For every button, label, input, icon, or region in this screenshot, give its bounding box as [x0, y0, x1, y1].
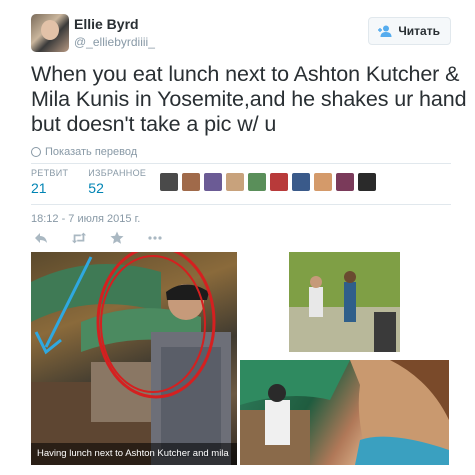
reply-icon[interactable] — [33, 231, 49, 245]
retweet-stat-label: РЕТВИТ — [31, 168, 69, 178]
follow-label: Читать — [398, 24, 440, 38]
favoriter-avatar-9[interactable] — [336, 173, 354, 191]
favorite-stat[interactable]: ИЗБРАННОЕ 52 — [88, 168, 146, 202]
photo-top-right-scene — [289, 252, 400, 352]
favoriter-avatar-2[interactable] — [182, 173, 200, 191]
translate-link[interactable]: Показать перевод — [31, 146, 137, 158]
favoriter-avatar-5[interactable] — [248, 173, 266, 191]
photo-bottom-right[interactable] — [240, 360, 449, 465]
favoriter-avatar-7[interactable] — [292, 173, 310, 191]
retweet-count: 21 — [31, 180, 47, 196]
favoriter-avatar-4[interactable] — [226, 173, 244, 191]
divider-middle — [31, 204, 451, 205]
more-icon[interactable] — [147, 231, 163, 245]
retweet-stat[interactable]: РЕТВИТ 21 — [31, 168, 68, 202]
favoriters-list — [160, 173, 376, 191]
favoriter-avatar-1[interactable] — [160, 173, 178, 191]
divider-top — [31, 163, 451, 164]
user-avatar[interactable] — [31, 14, 69, 52]
photo-bottom-right-scene — [240, 360, 449, 465]
photo-main[interactable]: Having lunch next to Ashton Kutcher and … — [31, 252, 237, 465]
photo-top-right[interactable] — [289, 252, 400, 352]
globe-icon — [31, 147, 41, 157]
photo-main-scene — [31, 252, 231, 465]
favoriter-avatar-10[interactable] — [358, 173, 376, 191]
display-name[interactable]: Ellie Byrd — [74, 16, 139, 32]
screen-name[interactable]: @_elliebyrdiiii_ — [74, 35, 155, 49]
favoriter-avatar-8[interactable] — [314, 173, 332, 191]
add-user-icon — [377, 25, 393, 37]
tweet-text: When you eat lunch next to Ashton Kutche… — [31, 62, 467, 136]
translate-label: Показать перевод — [45, 146, 138, 158]
favorite-stat-label: ИЗБРАННОЕ — [88, 168, 147, 178]
photo-caption: Having lunch next to Ashton Kutcher and … — [31, 443, 237, 465]
tweet-actions — [33, 231, 163, 245]
tweet-header: Ellie Byrd @_elliebyrdiiii_ Читать — [31, 14, 451, 54]
tweet-timestamp: 18:12 - 7 июля 2015 г. — [31, 213, 141, 225]
favorite-count: 52 — [88, 180, 104, 196]
favoriter-avatar-6[interactable] — [270, 173, 288, 191]
follow-button[interactable]: Читать — [368, 17, 451, 45]
favorite-icon[interactable] — [109, 231, 125, 245]
favoriter-avatar-3[interactable] — [204, 173, 222, 191]
retweet-icon[interactable] — [71, 231, 87, 245]
tweet-stats: РЕТВИТ 21 ИЗБРАННОЕ 52 — [31, 168, 166, 202]
